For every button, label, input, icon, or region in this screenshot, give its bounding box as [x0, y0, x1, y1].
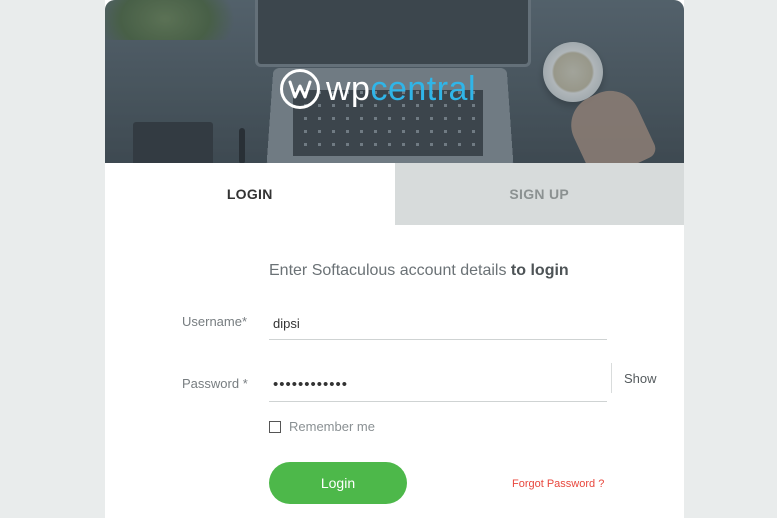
login-instructions-bold: to login	[510, 262, 569, 279]
show-password-toggle[interactable]: Show	[611, 363, 657, 393]
header-banner: wp central	[105, 0, 684, 163]
login-instructions-text: Enter Softaculous account details	[269, 262, 511, 279]
forgot-password-link[interactable]: Forgot Password ?	[512, 478, 604, 490]
checkbox-icon[interactable]	[269, 420, 281, 433]
auth-tabs: LOGIN SIGN UP	[105, 163, 684, 225]
tab-login[interactable]: LOGIN	[105, 163, 395, 225]
wpcentral-w-icon	[280, 69, 320, 109]
logo-text-prefix: wp	[326, 70, 371, 108]
remember-me-checkbox[interactable]: Remember me	[269, 419, 375, 434]
username-label: Username*	[182, 314, 248, 329]
login-instructions: Enter Softaculous account details to log…	[269, 262, 569, 280]
username-input[interactable]	[269, 308, 607, 340]
remember-me-label: Remember me	[289, 419, 375, 434]
logo-text-suffix: central	[370, 70, 477, 108]
wpcentral-logo: wp central	[280, 67, 476, 111]
tab-sign-up[interactable]: SIGN UP	[394, 163, 684, 225]
login-card: wp central LOGIN SIGN UP Enter Softaculo…	[105, 0, 684, 518]
password-input[interactable]	[269, 368, 607, 402]
login-button[interactable]: Login	[269, 462, 407, 504]
password-label: Password *	[182, 376, 248, 391]
